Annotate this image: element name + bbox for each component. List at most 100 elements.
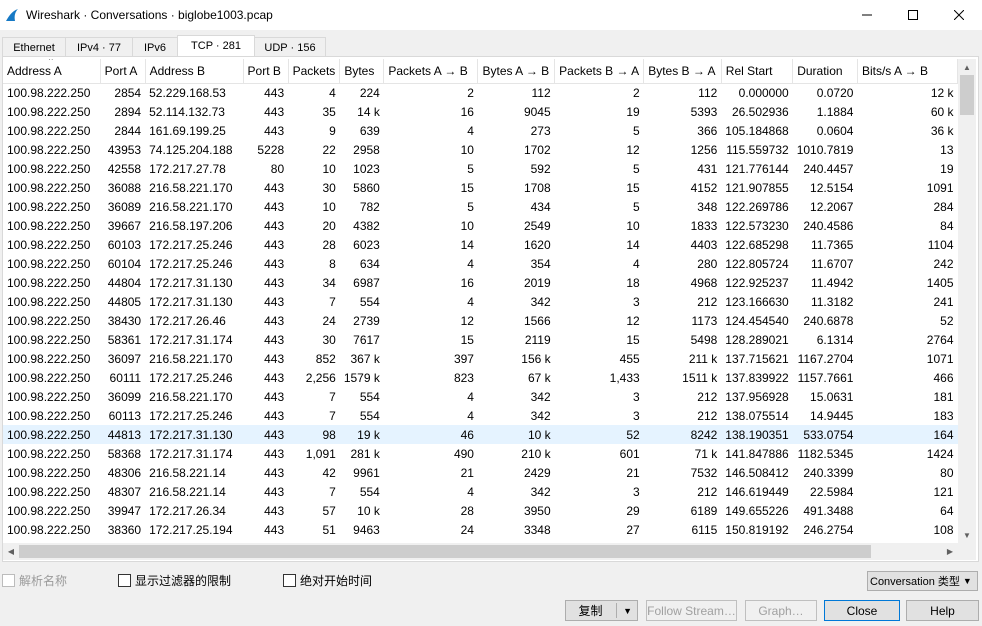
column-label: Bits/s A → B bbox=[861, 63, 928, 78]
close-icon bbox=[954, 10, 964, 20]
close-button[interactable]: Close bbox=[824, 600, 900, 621]
table-row[interactable]: 100.98.222.250 39947 172.217.26.34 443 57 10 … bbox=[3, 501, 958, 520]
table-cell: 80 bbox=[270, 161, 285, 176]
table-cell: 48306 bbox=[107, 465, 142, 480]
scroll-left-icon[interactable]: ◀ bbox=[3, 543, 19, 560]
table-cell: 9045 bbox=[523, 104, 551, 119]
table-cell: 554 bbox=[359, 408, 380, 423]
table-row[interactable]: 100.98.222.250 2854 52.229.168.53 443 4 224 2 1… bbox=[3, 83, 958, 102]
horizontal-scroll-thumb[interactable] bbox=[19, 545, 871, 558]
table-row[interactable]: 100.98.222.250 38360 172.217.25.194 443 51 94… bbox=[3, 520, 958, 539]
tab-tcp[interactable]: TCP · 281 bbox=[177, 35, 255, 56]
table-row[interactable]: 100.98.222.250 36099 216.58.221.170 443 7 554… bbox=[3, 387, 958, 406]
table-cell: 100.98.222.250 bbox=[7, 370, 91, 385]
column-header[interactable]: Duration bbox=[792, 59, 858, 84]
minimize-button[interactable] bbox=[844, 0, 890, 30]
table-row[interactable]: 100.98.222.250 38430 172.217.26.46 443 24 273… bbox=[3, 311, 958, 330]
table-row[interactable]: 100.98.222.250 44805 172.217.31.130 443 7 554… bbox=[3, 292, 958, 311]
table-cell: 210 k bbox=[521, 446, 551, 461]
column-header[interactable]: Port B bbox=[243, 59, 289, 84]
table-cell: 4968 bbox=[690, 275, 718, 290]
column-header[interactable]: Bits/s A → B bbox=[857, 59, 958, 84]
conversation-table[interactable]: ^ Address A Port A Address B Port B Packe… bbox=[3, 59, 958, 543]
help-button[interactable]: Help bbox=[906, 600, 979, 621]
table-row[interactable]: 100.98.222.250 48307 216.58.221.14 443 7 554 4… bbox=[3, 482, 958, 501]
table-cell: 1104 bbox=[927, 237, 954, 252]
tab-udp[interactable]: UDP · 156 bbox=[254, 37, 326, 57]
column-header[interactable]: Packets B → A bbox=[554, 59, 645, 84]
table-row[interactable]: 100.98.222.250 2894 52.114.132.73 443 35 14 k… bbox=[3, 102, 958, 121]
table-cell: 36097 bbox=[107, 351, 142, 366]
chevron-down-icon[interactable]: ▼ bbox=[623, 606, 632, 616]
table-cell: 431 bbox=[697, 161, 718, 176]
scroll-up-icon[interactable]: ▲ bbox=[958, 59, 976, 75]
table-cell: 2854 bbox=[114, 85, 142, 100]
table-cell: 100.98.222.250 bbox=[3, 425, 101, 444]
table-row[interactable]: 100.98.222.250 43953 74.125.204.188 5228 22 2… bbox=[3, 140, 958, 159]
table-row[interactable]: 100.98.222.250 60103 172.217.25.246 443 28 60… bbox=[3, 235, 958, 254]
column-header[interactable]: Packets A → B bbox=[383, 59, 479, 84]
table-cell: 34 bbox=[322, 275, 336, 290]
table-cell: 5 bbox=[467, 199, 474, 214]
table-cell: 1071 bbox=[926, 351, 954, 366]
column-header[interactable]: Bytes B → A bbox=[643, 59, 722, 84]
close-window-button[interactable] bbox=[936, 0, 982, 30]
table-cell: 137.956928 bbox=[725, 389, 789, 404]
horizontal-scrollbar[interactable]: ◀ ▶ bbox=[3, 543, 958, 560]
table-cell: 443 bbox=[264, 484, 285, 499]
tab-ipv4[interactable]: IPv4 · 77 bbox=[65, 37, 133, 57]
absolute-start-checkbox[interactable]: 绝对开始时间 bbox=[283, 572, 372, 589]
name-resolution-checkbox[interactable]: 解析名称 bbox=[2, 572, 67, 589]
table-cell: 38430 bbox=[107, 313, 142, 328]
table-row[interactable]: 100.98.222.250 36088 216.58.221.170 443 30 58… bbox=[3, 178, 958, 197]
minimize-icon bbox=[862, 14, 872, 16]
column-header[interactable]: Packets bbox=[288, 59, 341, 84]
table-row[interactable]: 100.98.222.250 42558 172.217.27.78 80 10 1023… bbox=[3, 159, 958, 178]
maximize-button[interactable] bbox=[890, 0, 936, 30]
graph-button[interactable]: Graph… bbox=[745, 600, 817, 621]
scroll-down-icon[interactable]: ▼ bbox=[958, 527, 976, 543]
table-cell: 48307 bbox=[107, 484, 142, 499]
table-cell: 5228 bbox=[257, 142, 285, 157]
conversation-type-dropdown[interactable]: Conversation 类型 ▼ bbox=[867, 571, 978, 591]
tab-ethernet[interactable]: Ethernet bbox=[2, 37, 66, 57]
table-cell: 639 bbox=[359, 123, 380, 138]
table-cell: 212 bbox=[697, 408, 718, 423]
table-cell: 10 bbox=[322, 161, 336, 176]
column-header[interactable]: Port A bbox=[100, 59, 146, 84]
table-row[interactable]: 100.98.222.250 60104 172.217.25.246 443 8 634… bbox=[3, 254, 958, 273]
table-cell: 3 bbox=[633, 389, 640, 404]
limit-to-filter-checkbox[interactable]: 显示过滤器的限制 bbox=[118, 572, 231, 589]
column-header[interactable]: Address B bbox=[145, 59, 244, 84]
table-cell: 12.2067 bbox=[810, 199, 854, 214]
table-row[interactable]: 100.98.222.250 58361 172.217.31.174 443 30 76… bbox=[3, 330, 958, 349]
table-cell: 216.58.221.170 bbox=[149, 180, 233, 195]
table-row[interactable]: 100.98.222.250 60113 172.217.25.246 443 7 554… bbox=[3, 406, 958, 425]
table-row[interactable]: 100.98.222.250 58368 172.217.31.174 443 1,09… bbox=[3, 444, 958, 463]
table-cell: 1511 k bbox=[682, 370, 718, 385]
column-header[interactable]: Bytes A → B bbox=[477, 59, 556, 84]
table-row[interactable]: 100.98.222.250 39667 216.58.197.206 443 20 43… bbox=[3, 216, 958, 235]
column-header[interactable]: Bytes bbox=[339, 59, 385, 84]
column-header[interactable]: Rel Start bbox=[721, 59, 794, 84]
table-cell: 10 bbox=[460, 218, 474, 233]
table-cell: 137.715621 bbox=[725, 351, 789, 366]
vertical-scroll-thumb[interactable] bbox=[960, 75, 974, 115]
table-row[interactable]: 100.98.222.250 36089 216.58.221.170 443 10 78… bbox=[3, 197, 958, 216]
copy-button[interactable]: 复制 ▼ bbox=[565, 600, 638, 621]
table-cell: 443 bbox=[264, 199, 285, 214]
table-cell: 60113 bbox=[108, 408, 142, 423]
table-row[interactable]: 100.98.222.250 2844 161.69.199.25 443 9 639 4 2… bbox=[3, 121, 958, 140]
table-row[interactable]: 100.98.222.250 44813 172.217.31.130 443 98 19… bbox=[3, 425, 958, 444]
table-cell: 15 bbox=[626, 180, 640, 195]
scroll-right-icon[interactable]: ▶ bbox=[942, 543, 958, 560]
tab-ipv6[interactable]: IPv6 bbox=[132, 37, 178, 57]
table-row[interactable]: 100.98.222.250 48306 216.58.221.14 443 42 996… bbox=[3, 463, 958, 482]
vertical-scrollbar[interactable]: ▲ ▼ bbox=[958, 59, 976, 543]
column-header[interactable]: ^ Address A bbox=[3, 59, 101, 84]
table-row[interactable]: 100.98.222.250 36097 216.58.221.170 443 852 3… bbox=[3, 349, 958, 368]
table-row[interactable]: 100.98.222.250 60111 172.217.25.246 443 2,25… bbox=[3, 368, 958, 387]
table-row[interactable]: 100.98.222.250 44804 172.217.31.130 443 34 69… bbox=[3, 273, 958, 292]
table-cell: 60111 bbox=[109, 370, 142, 385]
follow-stream-button[interactable]: Follow Stream… bbox=[646, 600, 737, 621]
